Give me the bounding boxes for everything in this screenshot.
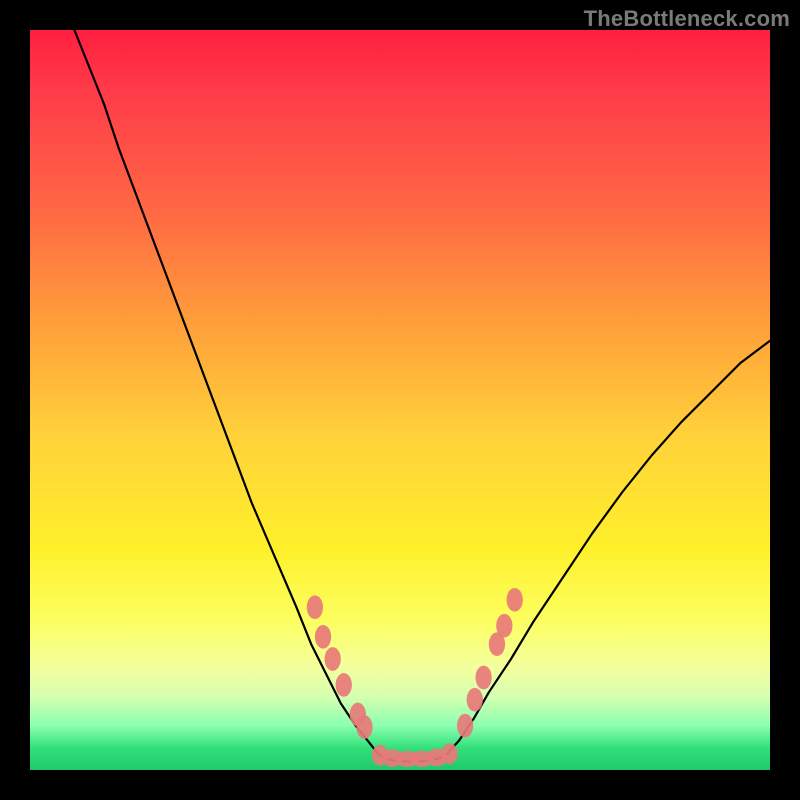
curve-marker [325, 647, 341, 671]
marker-layer [307, 588, 523, 767]
curve-marker [315, 625, 331, 649]
curve-marker [457, 714, 473, 738]
plot-area [30, 30, 770, 770]
curve-marker [475, 666, 491, 690]
curve-marker [507, 588, 523, 612]
chart-stage: TheBottleneck.com [0, 0, 800, 800]
bottleneck-curve [74, 30, 770, 761]
curve-marker [496, 614, 512, 638]
watermark-text: TheBottleneck.com [584, 6, 790, 32]
curve-marker [467, 688, 483, 712]
plot-svg [30, 30, 770, 770]
curve-marker [441, 743, 457, 764]
curve-marker [356, 715, 372, 739]
curve-marker [307, 595, 323, 619]
curve-marker [336, 673, 352, 697]
curve-layer [74, 30, 770, 761]
